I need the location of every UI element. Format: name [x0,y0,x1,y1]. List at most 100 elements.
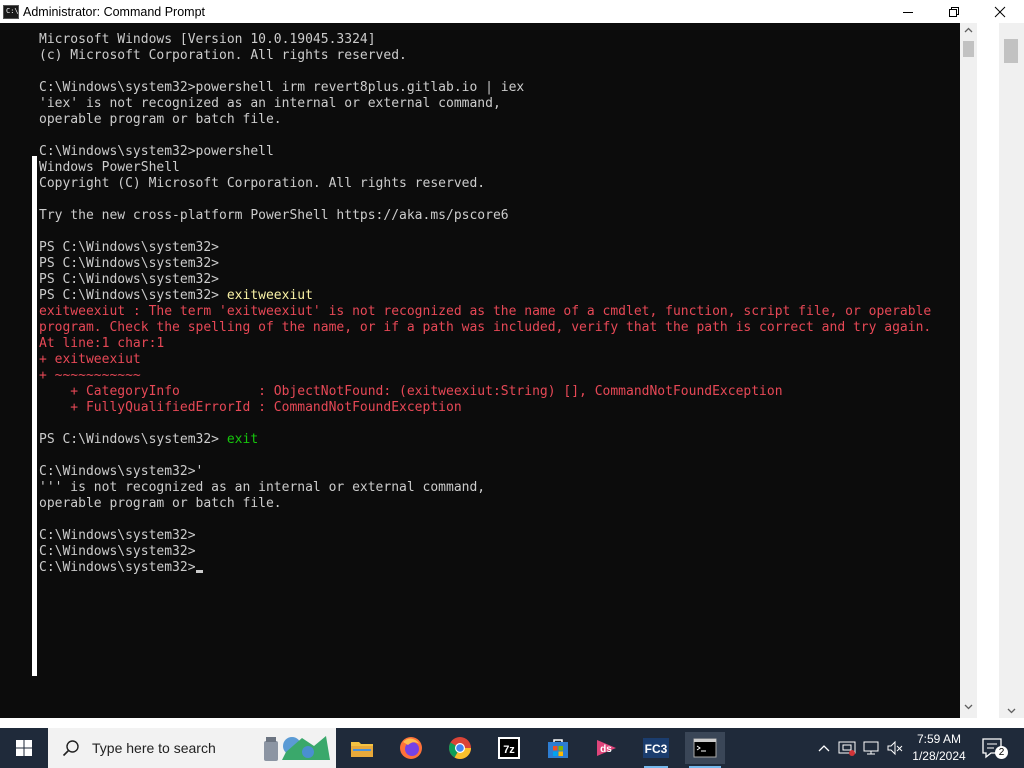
scroll-up-arrow-icon[interactable] [964,27,973,33]
taskbar-firefox[interactable] [391,732,431,764]
cmd-icon: C:\ [3,4,19,19]
maximize-button[interactable] [931,0,977,23]
security-shield-icon[interactable] [838,739,856,757]
maximize-icon [949,6,959,17]
firefox-icon [400,737,422,759]
ds-label: ds [600,744,612,755]
search-icon [62,740,79,757]
window-title: Administrator: Command Prompt [23,4,206,19]
title-bar[interactable]: C:\ Administrator: Command Prompt [0,0,1024,23]
taskbar-fc3-app[interactable]: FC3 [636,732,676,768]
console-output-area[interactable]: Microsoft Windows [Version 10.0.19045.33… [0,23,960,718]
command-prompt-icon [693,738,717,758]
console-line-text: (c) Microsoft Corporation. All rights re… [39,48,407,63]
console-text: Microsoft Windows [Version 10.0.19045.33… [39,32,931,576]
console-command: exitweexiut [226,288,313,303]
window-bottom-edge [0,718,1024,728]
7zip-icon: 7z [498,737,520,759]
console-line: + exitweexiut [39,352,931,368]
clock-time: 7:59 AM [916,732,962,746]
console-line: + FullyQualifiedErrorId : CommandNotFoun… [39,400,931,416]
console-line-text: C:\Windows\system32> [39,560,196,575]
chevron-up-icon[interactable] [818,743,830,753]
window-gap [977,23,999,718]
outer-scroll-thumb[interactable] [1004,39,1018,63]
taskbar-ds-app[interactable]: ds [587,732,627,764]
taskbar-search-box[interactable]: Type here to search [48,728,336,768]
system-tray [812,728,904,768]
volume-muted-icon[interactable] [886,739,904,757]
console-line: 'iex' is not recognized as an internal o… [39,96,931,112]
console-line: C:\Windows\system32>powershell irm rever… [39,80,931,96]
ds-app-icon: ds [597,740,616,756]
clock-date: 1/28/2024 [912,749,966,763]
console-line-text: At line:1 char:1 [39,336,165,351]
console-line-text: PS C:\Windows\system32> [39,256,220,271]
taskbar-command-prompt[interactable] [685,732,725,768]
chrome-icon [449,737,471,759]
search-highlight-icon [264,736,330,761]
outer-scrollbar[interactable] [999,23,1024,718]
console-line: Try the new cross-platform PowerShell ht… [39,208,931,224]
console-line: operable program or batch file. [39,112,931,128]
console-line: (c) Microsoft Corporation. All rights re… [39,48,931,64]
console-line: At line:1 char:1 [39,336,931,352]
taskbar-7zip[interactable]: 7z [489,732,529,764]
minimize-icon [903,11,913,13]
console-line-text: Try the new cross-platform PowerShell ht… [39,208,509,223]
taskbar-file-explorer[interactable] [342,732,382,764]
network-icon[interactable] [862,739,880,757]
console-line-text: C:\Windows\system32> [39,544,196,559]
console-line-text: + ~~~~~~~~~~~ [39,368,141,383]
console-line-text: C:\Windows\system32>powershell [39,144,274,159]
console-line-text: C:\Windows\system32>' [39,464,204,479]
microsoft-store-icon [548,739,568,758]
scroll-thumb[interactable] [963,41,974,57]
console-line-text: PS C:\Windows\system32> [39,272,220,287]
scroll-down-arrow-icon[interactable] [964,704,973,710]
console-line-text: Windows PowerShell [39,160,180,175]
selection-marker [32,156,37,676]
fc3-label: FC3 [645,742,668,756]
outer-scroll-down-arrow-icon[interactable] [1007,708,1016,714]
close-icon [994,6,1006,17]
console-line: Windows PowerShell [39,160,931,176]
close-button[interactable] [977,0,1023,23]
console-line: program. Check the spelling of the name,… [39,320,931,336]
console-line-text: PS C:\Windows\system32> [39,240,220,255]
console-prompt: PS C:\Windows\system32> [39,432,227,447]
cmd-icon-label: C:\ [6,6,19,15]
minimize-button[interactable] [885,0,931,23]
taskbar: Type here to search 7z ds FC3 7:59 AM 1/… [0,728,1024,768]
console-line: PS C:\Windows\system32> [39,256,931,272]
console-line: PS C:\Windows\system32> exitweexiut [39,288,931,304]
console-line: Microsoft Windows [Version 10.0.19045.33… [39,32,931,48]
console-line: C:\Windows\system32> [39,560,931,576]
windows-logo-icon [16,740,32,756]
notification-count-badge: 2 [995,746,1008,759]
taskbar-clock[interactable]: 7:59 AM 1/28/2024 [908,731,970,765]
console-line: + ~~~~~~~~~~~ [39,368,931,384]
console-line-text: ''' is not recognized as an internal or … [39,480,486,495]
console-line-text: C:\Windows\system32>powershell irm rever… [39,80,525,95]
console-line: PS C:\Windows\system32> [39,240,931,256]
text-cursor [195,570,203,573]
console-line: exitweexiut : The term 'exitweexiut' is … [39,304,931,320]
console-scrollbar[interactable] [960,23,977,718]
search-placeholder: Type here to search [92,740,216,756]
notification-center-button[interactable]: 2 [980,736,1008,760]
taskbar-microsoft-store[interactable] [538,732,578,764]
file-explorer-icon [351,742,373,757]
start-button[interactable] [0,728,48,768]
taskbar-chrome[interactable] [440,732,480,764]
console-line-text: exitweexiut : The term 'exitweexiut' is … [39,304,932,319]
console-line: PS C:\Windows\system32> [39,272,931,288]
7zip-label: 7z [503,744,515,756]
console-line-text: Microsoft Windows [Version 10.0.19045.33… [39,32,376,47]
